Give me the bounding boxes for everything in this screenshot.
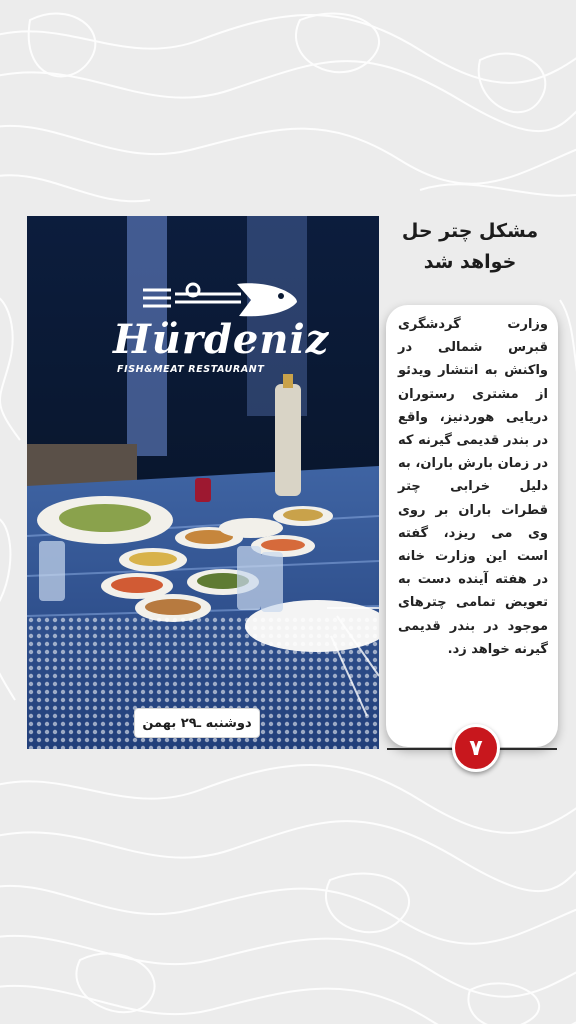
page-number-badge: ۷ (452, 724, 500, 772)
article-card: وزارت گردشگری قبرس شمالی در واکنش به انت… (386, 305, 558, 747)
restaurant-photo: Hürdeniz FISH&MEAT RESTAURANT دوشنبه ـ۲۹… (27, 216, 379, 749)
article-body: وزارت گردشگری قبرس شمالی در واکنش به انت… (398, 317, 548, 657)
headline: مشکل چتر حل خواهد شد (401, 220, 539, 273)
logo-name: Hürdeniz (113, 316, 330, 363)
restaurant-logo: Hürdeniz FISH&MEAT RESTAURANT (111, 280, 328, 380)
logo-subtitle: FISH&MEAT RESTAURANT (117, 364, 265, 375)
date-badge: دوشنبه ـ۲۹ بهمن (134, 708, 260, 738)
